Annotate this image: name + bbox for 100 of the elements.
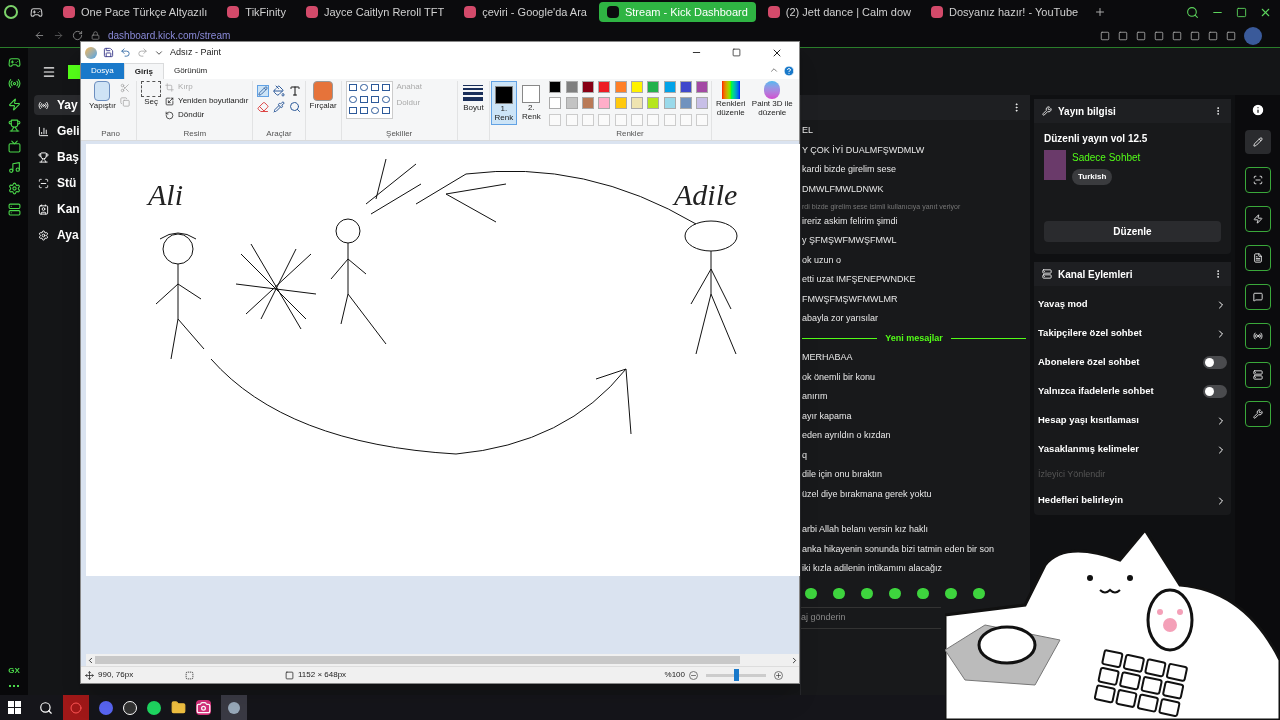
profile-avatar[interactable] xyxy=(1244,26,1262,45)
toolbar-extension-icon[interactable] xyxy=(1190,30,1200,41)
palette-swatch[interactable] xyxy=(630,97,643,110)
empty-swatch[interactable] xyxy=(581,113,594,126)
resize-button[interactable]: Yeniden boyutlandır xyxy=(165,95,249,107)
emote-icon[interactable] xyxy=(805,587,817,599)
browser-tab[interactable]: (2) Jett dance | Calm dow xyxy=(759,2,919,22)
windows-start-icon[interactable] xyxy=(8,701,21,714)
toolbar-extension-icon[interactable] xyxy=(1100,30,1110,41)
drawing-canvas[interactable]: Ali Adile xyxy=(86,144,800,576)
sidebar-app-icon[interactable] xyxy=(7,140,21,153)
size-button[interactable]: Boyut xyxy=(463,81,484,113)
palette-swatch[interactable] xyxy=(663,81,676,93)
empty-swatch[interactable] xyxy=(663,113,676,126)
palette-swatch[interactable] xyxy=(663,97,676,110)
palette-swatch[interactable] xyxy=(565,81,578,93)
toolbar-extension-icon[interactable] xyxy=(1136,30,1146,41)
palette-swatch[interactable] xyxy=(680,81,693,93)
zoom-in-icon[interactable] xyxy=(774,670,783,680)
eraser-icon[interactable] xyxy=(257,101,270,113)
nav-item[interactable]: Aya xyxy=(34,225,80,245)
undo-icon[interactable] xyxy=(120,47,131,58)
emote-icon[interactable] xyxy=(889,587,901,599)
sidebar-app-icon[interactable] xyxy=(7,98,21,111)
toggle-row[interactable]: Yalnızca ifadelerle sohbet xyxy=(1038,377,1227,406)
toggle-switch[interactable] xyxy=(1203,385,1227,398)
nav-item[interactable]: Kan xyxy=(34,199,80,219)
empty-swatch[interactable] xyxy=(647,113,660,126)
action-row[interactable]: Yasaklanmış kelimeler xyxy=(1038,435,1227,464)
toolbar-extension-icon[interactable] xyxy=(1226,30,1236,41)
shapes-gallery[interactable] xyxy=(345,81,393,119)
toggle-switch[interactable] xyxy=(1203,356,1227,369)
reload-icon[interactable] xyxy=(72,30,83,41)
palette-swatch[interactable] xyxy=(581,97,594,110)
sidebar-app-icon[interactable] xyxy=(7,56,21,69)
text-tool-icon[interactable] xyxy=(288,85,301,97)
paste-button[interactable]: Yapıştır xyxy=(89,81,116,128)
palette-swatch[interactable] xyxy=(581,81,594,93)
chat-input-field[interactable]: aj gönderin xyxy=(801,606,941,629)
panel-tool-button[interactable] xyxy=(1244,284,1271,310)
toggle-row[interactable]: Abonelere özel sohbet xyxy=(1038,348,1227,377)
browser-tab[interactable]: One Pace Türkçe Altyazılı xyxy=(55,2,216,22)
panel-tool-button[interactable] xyxy=(1244,245,1271,271)
action-row[interactable]: Takipçilere özel sohbet xyxy=(1038,319,1227,348)
gamepad-icon[interactable] xyxy=(30,5,43,19)
palette-swatch[interactable] xyxy=(614,97,627,110)
maximize-icon[interactable] xyxy=(732,48,741,57)
menu-icon[interactable] xyxy=(42,64,56,79)
select-button[interactable]: Seç xyxy=(141,81,162,128)
nav-item[interactable]: Yay xyxy=(34,95,80,115)
panel-tool-button[interactable] xyxy=(1244,206,1271,232)
emote-icon[interactable] xyxy=(861,587,873,599)
gx-badge[interactable]: GX xyxy=(8,665,20,677)
browser-tab[interactable]: Jayce Caitlyn Reroll TFT xyxy=(297,2,453,22)
empty-swatch[interactable] xyxy=(565,113,578,126)
nav-item[interactable]: Geli xyxy=(34,121,80,141)
palette-swatch[interactable] xyxy=(598,81,611,93)
collapse-ribbon-icon[interactable] xyxy=(769,65,779,75)
pencil-icon[interactable] xyxy=(257,85,270,97)
edit-colors-button[interactable]: Renkleri düzenle xyxy=(711,81,750,140)
sidebar-app-icon[interactable] xyxy=(7,77,21,90)
sidebar-app-icon[interactable] xyxy=(7,161,21,174)
scroll-right-icon[interactable] xyxy=(790,655,799,665)
palette-swatch[interactable] xyxy=(696,81,709,93)
sidebar-app-icon[interactable] xyxy=(7,182,21,195)
toolbar-extension-icon[interactable] xyxy=(1172,30,1182,41)
magnifier-icon[interactable] xyxy=(288,101,301,113)
panel-tool-button[interactable] xyxy=(1244,401,1271,427)
empty-swatch[interactable] xyxy=(680,113,693,126)
color-picker-icon[interactable] xyxy=(273,101,286,113)
zoom-slider-thumb[interactable] xyxy=(734,668,739,681)
empty-swatch[interactable] xyxy=(614,113,627,126)
sidebar-app-icon[interactable] xyxy=(7,203,21,216)
emote-icon[interactable] xyxy=(833,587,845,599)
search-icon[interactable] xyxy=(1186,5,1199,19)
action-row[interactable]: Yavaş mod xyxy=(1038,290,1227,319)
address-field[interactable]: dashboard.kick.com/stream xyxy=(108,28,231,43)
palette-swatch[interactable] xyxy=(549,97,562,110)
ribbon-tab[interactable]: Giriş xyxy=(123,63,164,79)
panel-tool-button[interactable] xyxy=(1244,167,1271,193)
fill-bucket-icon[interactable] xyxy=(273,85,286,97)
info-icon[interactable] xyxy=(1250,103,1265,117)
sidebar-app-icon[interactable] xyxy=(7,119,21,132)
save-icon[interactable] xyxy=(103,47,114,58)
palette-swatch[interactable] xyxy=(680,97,693,110)
nav-item[interactable]: Stü xyxy=(34,173,80,193)
ribbon-tab[interactable]: Görünüm xyxy=(163,63,218,79)
empty-swatch[interactable] xyxy=(598,113,611,126)
palette-swatch[interactable] xyxy=(647,97,660,110)
ribbon-tab[interactable]: Dosya xyxy=(81,63,124,79)
action-row[interactable]: Hesap yaşı kısıtlaması xyxy=(1038,406,1227,435)
empty-swatch[interactable] xyxy=(630,113,643,126)
edit-button[interactable]: Düzenle xyxy=(1044,221,1221,242)
browser-tab[interactable]: çeviri - Google'da Ara xyxy=(456,2,595,22)
toolbar-extension-icon[interactable] xyxy=(1208,30,1218,41)
new-tab-icon[interactable] xyxy=(1094,6,1107,18)
empty-swatch[interactable] xyxy=(549,113,562,126)
browser-tab[interactable]: Dosyanız hazır! - YouTube xyxy=(923,2,1087,22)
emote-icon[interactable] xyxy=(973,587,985,599)
category-name[interactable]: Sadece Sohbet xyxy=(1072,150,1141,165)
